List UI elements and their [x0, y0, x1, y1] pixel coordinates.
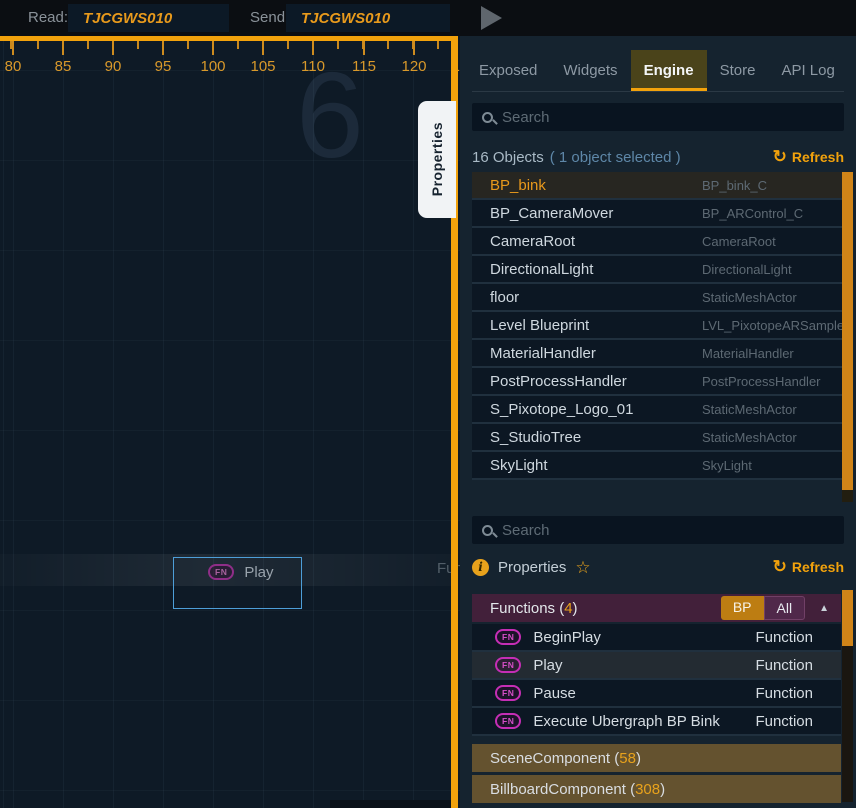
object-row[interactable]: PostProcessHandlerPostProcessHandler — [472, 368, 842, 396]
objects-selected-count: ( 1 object selected ) — [550, 149, 681, 166]
objects-scrollbar-thumb[interactable] — [842, 172, 853, 490]
properties-side-tab[interactable]: Properties — [418, 101, 456, 218]
right-panel: Exposed Widgets Engine Store API Log 16 … — [460, 36, 856, 808]
properties-search — [472, 516, 844, 544]
object-row[interactable]: BP_CameraMoverBP_ARControl_C — [472, 200, 842, 228]
refresh-icon: ↻ — [773, 150, 787, 164]
objects-header: 16 Objects ( 1 object selected ) ↻ Refre… — [472, 146, 844, 168]
tab-bar: Exposed Widgets Engine Store API Log — [466, 50, 848, 91]
app-window: Read: Send: 80 85 90 95 100 105 110 115 … — [0, 0, 856, 808]
properties-title: Properties — [498, 559, 566, 576]
object-row[interactable]: S_StudioTreeStaticMeshActor — [472, 424, 842, 452]
viewport-bottom-strip — [330, 800, 452, 808]
object-row[interactable]: SkyLightSkyLight — [472, 452, 842, 480]
tab-api-log[interactable]: API Log — [768, 50, 847, 91]
collapse-arrow-icon[interactable]: ▲ — [819, 603, 829, 614]
properties-refresh-button[interactable]: ↻ Refresh — [773, 559, 844, 575]
functions-title: Functions ( — [490, 600, 564, 617]
functions-count: 4 — [564, 600, 572, 617]
drag-item-label: Play — [244, 564, 273, 581]
properties-search-input[interactable] — [502, 522, 834, 539]
properties-scrollbar-thumb[interactable] — [842, 590, 853, 646]
objects-search-input[interactable] — [502, 109, 834, 126]
drag-drop-target-play[interactable]: FN Play — [173, 557, 302, 609]
bp-all-toggle-group: BP All — [721, 596, 805, 620]
properties-header: i Properties ☆ ↻ Refresh — [472, 555, 844, 579]
object-row[interactable]: BP_binkBP_bink_C — [472, 172, 842, 200]
function-badge: FN — [495, 629, 521, 645]
tab-engine[interactable]: Engine — [631, 50, 707, 91]
properties-scrollbar — [842, 590, 853, 802]
function-badge: FN — [495, 657, 521, 673]
refresh-icon: ↻ — [773, 560, 787, 574]
tab-store[interactable]: Store — [707, 50, 769, 91]
function-row[interactable]: FN Play Function — [472, 652, 841, 680]
viewport-frame-top — [0, 36, 458, 41]
functions-section-header[interactable]: Functions (4) BP All ▲ — [472, 594, 841, 622]
function-row[interactable]: FN Pause Function — [472, 680, 841, 708]
objects-scrollbar — [842, 172, 853, 502]
search-icon — [482, 112, 493, 123]
send-input[interactable] — [286, 4, 450, 32]
function-badge: FN — [495, 685, 521, 701]
info-icon: i — [472, 559, 489, 576]
send-label: Send: — [250, 0, 289, 36]
search-icon — [482, 525, 493, 536]
object-row[interactable]: S_Pixotope_Logo_01StaticMeshActor — [472, 396, 842, 424]
billboardcomponent-section-header[interactable]: BillboardComponent (308) — [472, 775, 841, 803]
function-badge: FN — [495, 713, 521, 729]
top-bar: Read: Send: — [0, 0, 856, 36]
tab-divider — [472, 91, 844, 92]
scenecomponent-section-header[interactable]: SceneComponent (58) — [472, 744, 841, 772]
object-row[interactable]: Level BlueprintLVL_PixotopeARSample.. — [472, 312, 842, 340]
all-toggle[interactable]: All — [764, 596, 806, 620]
functions-list: FN BeginPlay Function FN Play Function F… — [472, 624, 841, 736]
read-input[interactable] — [68, 4, 229, 32]
read-label: Read: — [28, 0, 68, 36]
function-row[interactable]: FN Execute Ubergraph BP Bink Function — [472, 708, 841, 736]
objects-list: BP_binkBP_bink_C BP_CameraMoverBP_ARCont… — [472, 172, 842, 480]
object-row[interactable]: floorStaticMeshActor — [472, 284, 842, 312]
favorite-star-icon[interactable]: ☆ — [575, 559, 590, 576]
objects-refresh-button[interactable]: ↻ Refresh — [773, 149, 844, 165]
play-icon[interactable] — [481, 6, 502, 30]
bp-toggle[interactable]: BP — [721, 596, 764, 620]
viewport-watermark: 6 — [296, 54, 364, 176]
objects-search — [472, 103, 844, 131]
objects-count: 16 Objects — [472, 149, 544, 166]
tab-exposed[interactable]: Exposed — [466, 50, 550, 91]
function-badge: FN — [208, 564, 234, 580]
viewport: 80 85 90 95 100 105 110 115 120 125 6 FN… — [0, 36, 460, 808]
tab-widgets[interactable]: Widgets — [550, 50, 630, 91]
object-row[interactable]: DirectionalLightDirectionalLight — [472, 256, 842, 284]
ruler-minor-ticks — [0, 41, 452, 49]
properties-side-tab-label: Properties — [429, 122, 445, 196]
object-row[interactable]: CameraRootCameraRoot — [472, 228, 842, 256]
function-row[interactable]: FN BeginPlay Function — [472, 624, 841, 652]
object-row[interactable]: MaterialHandlerMaterialHandler — [472, 340, 842, 368]
